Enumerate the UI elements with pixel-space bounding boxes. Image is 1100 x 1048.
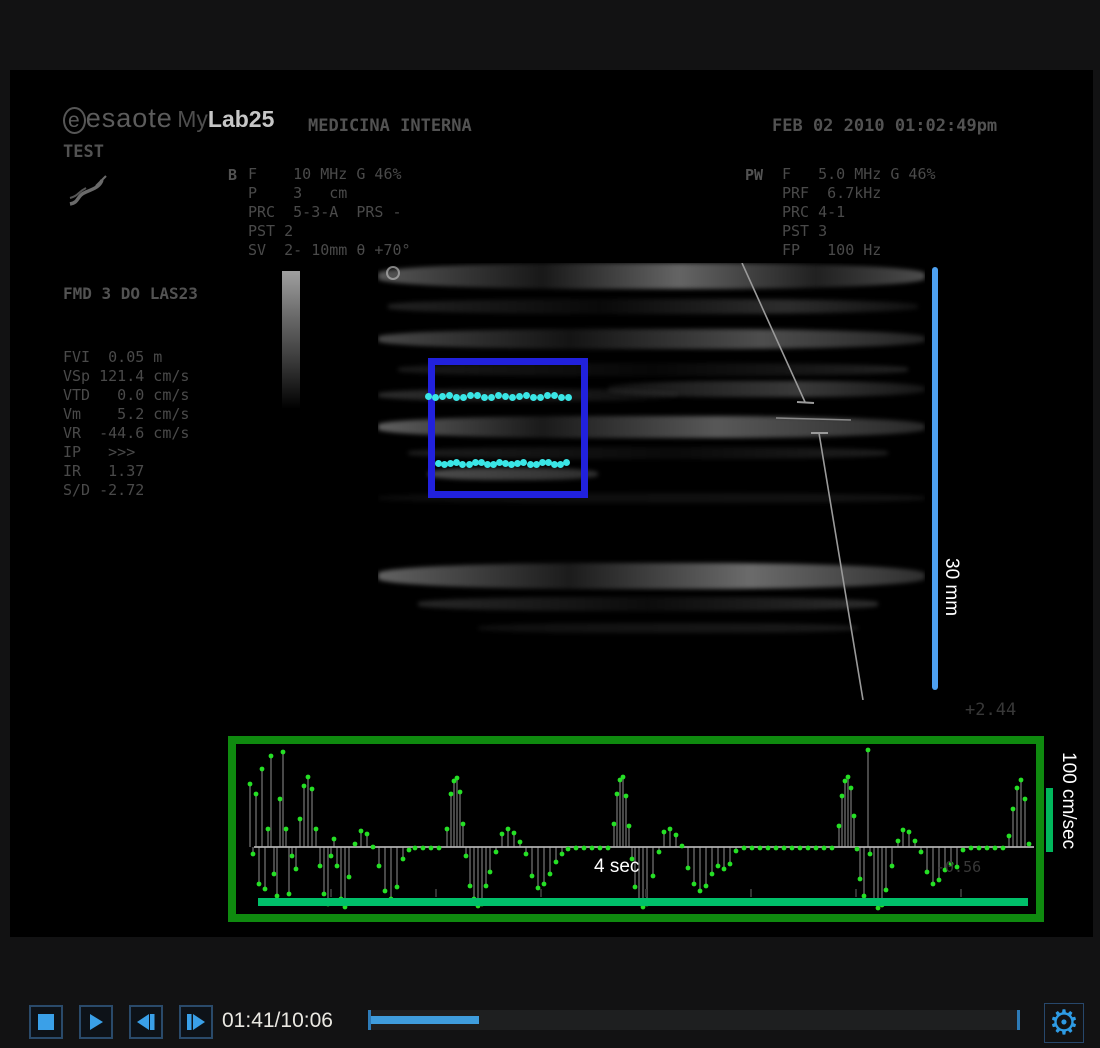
wall-dot <box>537 394 544 401</box>
pw-mode-params: F 5.0 MHz G 46% PRF 6.7kHz PRC 4-1 PST 3… <box>782 165 936 260</box>
depth-scale-label: 30 mm <box>940 558 962 616</box>
pw-param-line: FP 100 Hz <box>782 241 936 260</box>
time-scale-label: 4 sec <box>594 856 639 878</box>
wall-dot <box>460 394 467 401</box>
measure-title: FMD 3 DO LAS23 <box>63 284 198 303</box>
datetime-label: FEB 02 2010 01:02:49pm <box>772 116 997 136</box>
pw-param-line: F 5.0 MHz G 46% <box>782 165 936 184</box>
exam-type-label: MEDICINA INTERNA <box>308 116 472 136</box>
b-mode-params: F 10 MHz G 46% P 3 cm PRC 5-3-A PRS - PS… <box>248 165 411 260</box>
progress-fill <box>368 1016 479 1024</box>
wall-dot <box>481 394 488 401</box>
wall-dot <box>488 394 495 401</box>
velocity-max-value: +2.44 <box>965 700 1016 720</box>
b-mode-image <box>378 263 925 700</box>
measurement-line: Vm 5.2 cm/s <box>63 405 189 424</box>
measurement-line: S/D -2.72 <box>63 481 189 500</box>
progress-start-tick <box>368 1010 371 1030</box>
settings-button[interactable]: ⚙ <box>1044 1003 1084 1043</box>
velocity-scale-bar <box>1046 788 1053 852</box>
progress-bar[interactable] <box>368 1010 1020 1030</box>
wall-dot <box>425 393 432 400</box>
pw-param-line: PRC 4-1 <box>782 203 936 222</box>
play-button[interactable] <box>79 1005 113 1039</box>
wall-dot <box>502 393 509 400</box>
b-param-line: PST 2 <box>248 222 411 241</box>
measurement-line: VTD 0.0 cm/s <box>63 386 189 405</box>
wall-dot <box>530 394 537 401</box>
wall-dot <box>467 392 474 399</box>
measurement-line: FVI 0.05 m <box>63 348 189 367</box>
doppler-waveform <box>236 744 1036 914</box>
logo-lab-text: Lab25 <box>208 106 274 132</box>
pw-mode-label: PW <box>745 166 763 184</box>
ultrasound-video-frame[interactable]: eesaote MyLab25 MEDICINA INTERNA FEB 02 … <box>10 70 1093 937</box>
wall-dot <box>509 394 516 401</box>
measurement-line: VSp 121.4 cm/s <box>63 367 189 386</box>
step-back-button[interactable] <box>129 1005 163 1039</box>
gear-icon: ⚙ <box>1049 1006 1079 1040</box>
spectral-doppler-box: 4 sec -0.56 <box>228 736 1044 922</box>
wall-dot <box>565 394 572 401</box>
logo-esaote-text: eesaote <box>63 103 173 133</box>
player-window: eesaote MyLab25 MEDICINA INTERNA FEB 02 … <box>0 0 1100 1048</box>
esaote-logo: eesaote MyLab25 <box>63 103 274 134</box>
wall-dot <box>544 392 551 399</box>
measurement-line: VR -44.6 cm/s <box>63 424 189 443</box>
logo-my-text: My <box>177 106 208 132</box>
b-param-line: P 3 cm <box>248 184 411 203</box>
b-param-line: SV 2- 10mm θ +70° <box>248 241 411 260</box>
wall-dot <box>551 392 558 399</box>
patient-name-label: TEST <box>63 142 104 162</box>
pw-param-line: PST 3 <box>782 222 936 241</box>
b-mode-label: B <box>228 166 237 184</box>
stop-button[interactable] <box>29 1005 63 1039</box>
b-param-line: F 10 MHz G 46% <box>248 165 411 184</box>
measurement-line: IR 1.37 <box>63 462 189 481</box>
stop-icon <box>37 1013 55 1031</box>
wall-dot <box>516 393 523 400</box>
b-param-line: PRC 5-3-A PRS - <box>248 203 411 222</box>
grayscale-bar <box>282 271 300 409</box>
step-forward-icon <box>186 1013 206 1031</box>
progress-end-tick <box>1017 1010 1020 1030</box>
measurement-list: FVI 0.05 m VSp 121.4 cm/s VTD 0.0 cm/s V… <box>63 348 189 500</box>
wall-dot <box>446 392 453 399</box>
wall-tracking-dots <box>378 263 925 700</box>
probe-icon <box>66 172 108 210</box>
measurement-line: IP >>> <box>63 443 189 462</box>
wall-dot <box>453 394 460 401</box>
wall-dot <box>439 393 446 400</box>
wall-dot <box>432 394 439 401</box>
wall-dot <box>523 392 530 399</box>
wall-dot <box>495 392 502 399</box>
pw-param-line: PRF 6.7kHz <box>782 184 936 203</box>
wall-dot <box>474 392 481 399</box>
wall-dot <box>563 459 570 466</box>
depth-scale-bar <box>932 267 938 690</box>
step-back-icon <box>136 1013 156 1031</box>
play-icon <box>87 1013 105 1031</box>
wall-dot <box>558 394 565 401</box>
velocity-min-value: -0.56 <box>936 858 981 876</box>
step-forward-button[interactable] <box>179 1005 213 1039</box>
time-display: 01:41/10:06 <box>222 1009 333 1033</box>
velocity-scale-label: 100 cm/sec <box>1057 752 1079 849</box>
